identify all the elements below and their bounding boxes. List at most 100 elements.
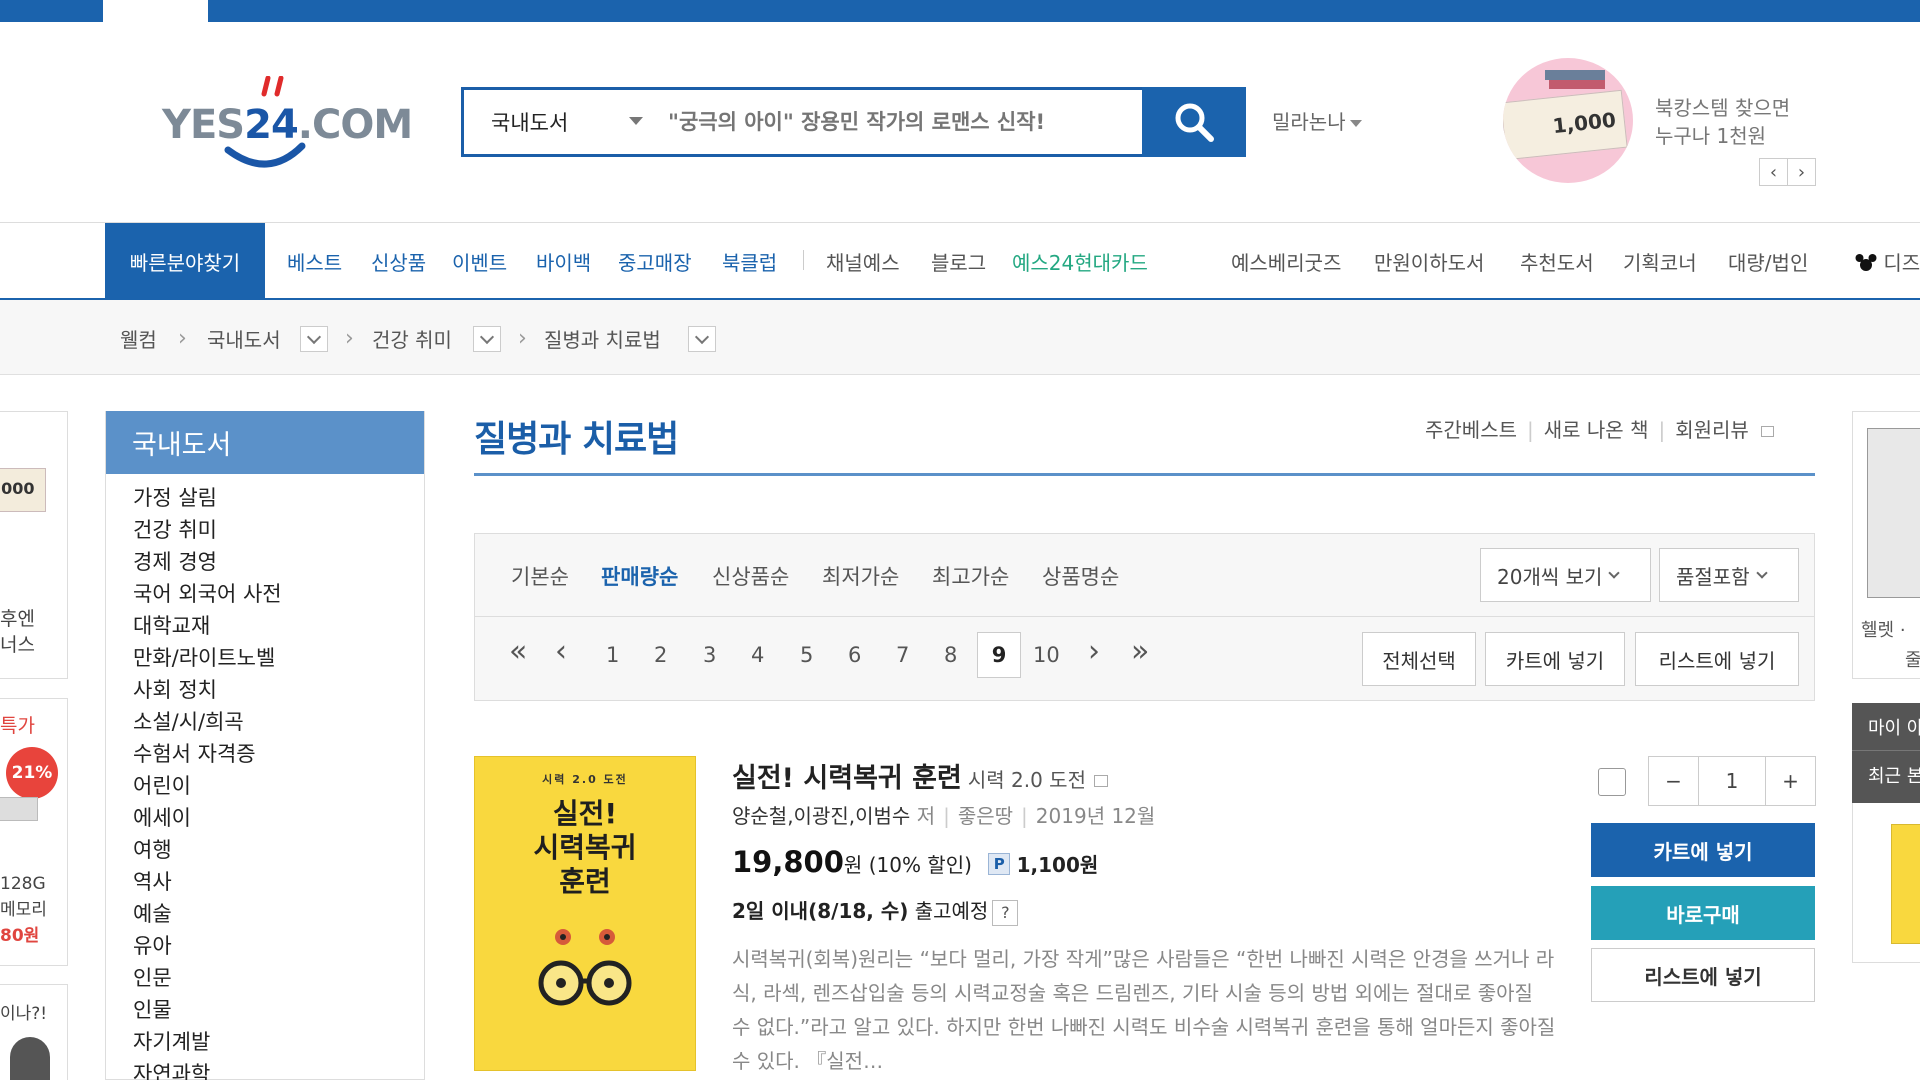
quantity-decrease-button[interactable]: − [1649,757,1699,805]
category-item[interactable]: 여행 [133,834,424,866]
member-review-link[interactable]: 회원리뷰 [1675,418,1749,442]
quantity-increase-button[interactable]: + [1765,757,1815,805]
product-publisher[interactable]: 좋은땅 [958,804,1013,828]
left-side-banner-1[interactable]: ,000 후엔너스 [0,411,68,679]
promo-text[interactable]: 북캉스템 찾으면 누구나 1천원 [1655,94,1790,150]
search-button[interactable] [1142,87,1246,157]
sort-name[interactable]: 상품명순 [1042,561,1119,591]
category-item[interactable]: 자연과학 [133,1058,424,1080]
product-title-link[interactable]: 실전! 시력복귀 훈련 [732,763,962,794]
buy-now-button[interactable]: 바로구매 [1591,886,1815,940]
quantity-value[interactable]: 1 [1699,757,1765,805]
page-5[interactable]: 5 [800,643,813,667]
search-category-select[interactable]: 국내도서 [464,90,654,154]
right-side-banner[interactable]: 헬렛 · 줄 [1852,411,1920,679]
next-page-button[interactable]: › [1088,634,1100,669]
category-item[interactable]: 인문 [133,962,424,994]
page-2[interactable]: 2 [654,643,667,667]
sort-sales[interactable]: 판매량순 [601,561,678,591]
category-item[interactable]: 예술 [133,898,424,930]
view-count-select[interactable]: 20개씩 보기 [1480,548,1651,602]
page-3[interactable]: 3 [703,643,716,667]
weekly-best-link[interactable]: 주간베스트 [1425,418,1517,442]
page-1[interactable]: 1 [606,643,619,667]
breadcrumb-level3[interactable]: 질병과 치료법 [544,324,661,353]
category-item[interactable]: 대학교재 [133,610,424,642]
gnb-bookclub[interactable]: 북클럽 [722,247,777,276]
gnb-under-10k[interactable]: 만원이하도서 [1374,247,1484,276]
gnb-disney[interactable]: 디즈 [1855,247,1920,276]
breadcrumb-level1-dropdown[interactable] [300,326,328,352]
yes24-logo[interactable]: YES24.COM [160,76,413,171]
sort-lowest-price[interactable]: 최저가순 [822,561,899,591]
page-6[interactable]: 6 [848,643,861,667]
page-7[interactable]: 7 [896,643,909,667]
category-item[interactable]: 역사 [133,866,424,898]
add-selected-to-cart-button[interactable]: 카트에 넣기 [1485,632,1625,686]
left-side-product-text: 128G 메모리 80원 [0,874,47,946]
breadcrumb-home[interactable]: 웰컴 [120,324,157,353]
category-item[interactable]: 자기계발 [133,1026,424,1058]
book-cover[interactable]: 시력 2.0 도전 실전! 시력복귀 훈련 [474,756,696,1071]
select-all-button[interactable]: 전체선택 [1362,632,1476,686]
quick-category-button[interactable]: 빠른분야찾기 [105,223,265,299]
sort-highest-price[interactable]: 최고가순 [932,561,1009,591]
gnb-hyundai-card[interactable]: 예스24현대카드 [1012,247,1148,276]
new-books-link[interactable]: 새로 나온 책 [1544,418,1649,442]
page-10[interactable]: 10 [1033,643,1060,667]
add-selected-to-list-button[interactable]: 리스트에 넣기 [1635,632,1799,686]
promo-banner-image[interactable]: 1,000 [1503,58,1633,183]
util-menu-dropdown[interactable]: 밀라논나 [1272,106,1362,135]
sort-newest[interactable]: 신상품순 [712,561,789,591]
first-page-button[interactable]: « [509,634,527,669]
search-input[interactable] [654,90,1142,154]
gnb-event[interactable]: 이벤트 [452,247,507,276]
prev-page-button[interactable]: ‹ [555,634,567,669]
gnb-channel-yes[interactable]: 채널예스 [826,247,900,276]
page-8[interactable]: 8 [944,643,957,667]
category-item[interactable]: 국어 외국어 사전 [133,578,424,610]
current-page[interactable]: 9 [977,632,1021,678]
new-window-icon[interactable] [1093,775,1108,787]
promo-next-button[interactable]: › [1787,158,1816,186]
breadcrumb-level2[interactable]: 건강 취미 [372,324,452,353]
left-side-banner-2[interactable]: 특가 21% 128G 메모리 80원 [0,698,68,966]
category-item[interactable]: 어린이 [133,770,424,802]
breadcrumb-level3-dropdown[interactable] [688,326,716,352]
category-item[interactable]: 에세이 [133,802,424,834]
gnb-new[interactable]: 신상품 [371,247,426,276]
gnb-planning[interactable]: 기획코너 [1623,247,1697,276]
add-to-list-button[interactable]: 리스트에 넣기 [1591,948,1815,1002]
category-item[interactable]: 인물 [133,994,424,1026]
recent-viewed-link[interactable]: 최근 본 [1852,751,1920,799]
gnb-buyback[interactable]: 바이백 [536,247,591,276]
category-item[interactable]: 사회 정치 [133,674,424,706]
category-item[interactable]: 가정 살림 [133,482,424,514]
sort-default[interactable]: 기본순 [511,561,569,591]
category-item[interactable]: 수험서 자격증 [133,738,424,770]
soldout-select[interactable]: 품절포함 [1659,548,1799,602]
page-4[interactable]: 4 [751,643,764,667]
category-item[interactable]: 건강 취미 [133,514,424,546]
product-authors[interactable]: 양순철,이광진,이범수 [732,804,910,828]
category-item[interactable]: 만화/라이트노벨 [133,642,424,674]
gnb-goods[interactable]: 예스베리굿즈 [1231,247,1341,276]
gnb-used-store[interactable]: 중고매장 [618,247,692,276]
category-item[interactable]: 경제 경영 [133,546,424,578]
category-item[interactable]: 유아 [133,930,424,962]
breadcrumb-level2-dropdown[interactable] [473,326,501,352]
my-page-link[interactable]: 마이 아 [1852,703,1920,751]
gnb-recommend[interactable]: 추천도서 [1520,247,1594,276]
left-side-banner-3[interactable]: 이나?! [0,984,68,1080]
last-page-button[interactable]: » [1131,634,1149,669]
category-item[interactable]: 소설/시/희곡 [133,706,424,738]
ship-help-button[interactable]: ? [992,900,1019,926]
add-to-cart-button[interactable]: 카트에 넣기 [1591,823,1815,877]
gnb-bulk[interactable]: 대량/법인 [1728,247,1808,276]
gnb-best[interactable]: 베스트 [287,247,342,276]
product-checkbox[interactable] [1598,768,1626,796]
recent-book-thumbnail[interactable] [1891,824,1920,944]
breadcrumb-level1[interactable]: 국내도서 [207,324,281,353]
promo-prev-button[interactable]: ‹ [1759,158,1788,186]
gnb-blog[interactable]: 블로그 [931,247,986,276]
